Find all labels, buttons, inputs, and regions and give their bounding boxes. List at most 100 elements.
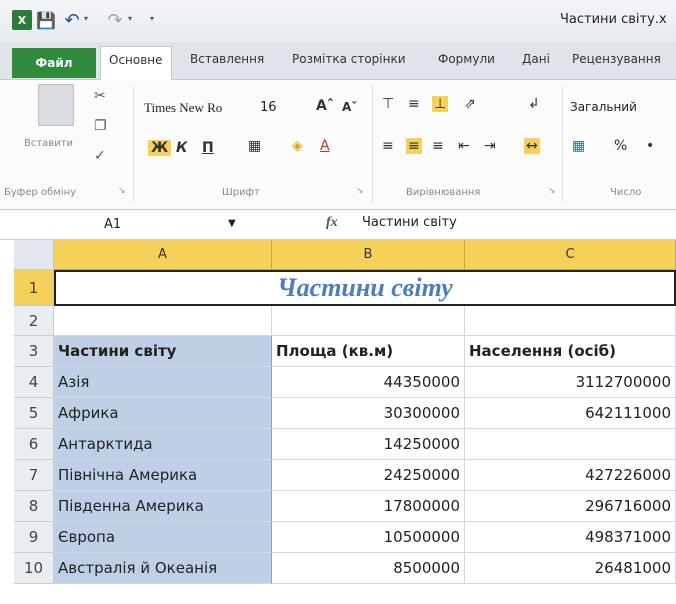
cell-population[interactable]: 498371000 bbox=[465, 522, 676, 553]
cell-population[interactable]: 427226000 bbox=[465, 460, 676, 491]
ribbon: Вставити ✂ ❐ ✓ Буфер обміну ↘ Times New … bbox=[0, 80, 676, 210]
currency-icon[interactable]: ▦ bbox=[572, 138, 585, 154]
clipboard-launcher-icon[interactable]: ↘ bbox=[118, 186, 126, 196]
row-header[interactable]: 3 bbox=[14, 336, 54, 367]
cell-area[interactable]: 24250000 bbox=[272, 460, 465, 491]
cell-c2[interactable] bbox=[465, 306, 676, 336]
bold-button[interactable]: Ж bbox=[148, 140, 172, 156]
cell-population[interactable]: 3112700000 bbox=[465, 367, 676, 398]
row-header[interactable]: 4 bbox=[14, 367, 54, 398]
title-cell-a1[interactable]: Частини світу bbox=[54, 270, 676, 306]
header-cell-parts[interactable]: Частини світу bbox=[54, 336, 272, 367]
orientation-icon[interactable]: ⇗ bbox=[464, 96, 476, 112]
font-launcher-icon[interactable]: ↘ bbox=[356, 186, 364, 196]
merge-center-icon[interactable]: ↔ bbox=[524, 138, 540, 154]
name-box[interactable]: A1 ▼ bbox=[14, 213, 244, 237]
cell-name[interactable]: Африка bbox=[54, 398, 272, 429]
borders-icon[interactable]: ▦ bbox=[248, 138, 261, 154]
grow-font-icon[interactable]: Aˆ bbox=[316, 98, 334, 114]
tab-home[interactable]: Основне bbox=[100, 46, 172, 81]
undo-icon[interactable]: ↶ bbox=[62, 10, 82, 31]
cell-population[interactable]: 642111000 bbox=[465, 398, 676, 429]
tab-page-layout[interactable]: Розмітка сторінки bbox=[292, 52, 406, 66]
column-header-b[interactable]: B bbox=[272, 240, 465, 270]
align-center-icon[interactable]: ≡ bbox=[406, 138, 422, 154]
cell-name[interactable]: Антарктида bbox=[54, 429, 272, 460]
align-top-icon[interactable]: ⊤ bbox=[382, 96, 394, 112]
comma-style-icon[interactable]: • bbox=[646, 138, 654, 154]
tab-data[interactable]: Дані bbox=[522, 52, 550, 66]
cell-area[interactable]: 10500000 bbox=[272, 522, 465, 553]
tab-insert[interactable]: Вставлення bbox=[190, 52, 264, 66]
cell-b2[interactable] bbox=[272, 306, 465, 336]
ribbon-tabs: Файл Основне Вставлення Розмітка сторінк… bbox=[0, 42, 676, 81]
copy-icon[interactable]: ❐ bbox=[94, 118, 107, 134]
tab-formulas[interactable]: Формули bbox=[438, 52, 495, 66]
select-all-corner[interactable] bbox=[14, 240, 54, 270]
font-size-select[interactable]: 16 bbox=[258, 98, 296, 120]
tab-review[interactable]: Рецензування bbox=[572, 52, 661, 66]
tab-file[interactable]: Файл bbox=[12, 48, 96, 78]
italic-button[interactable]: К bbox=[176, 140, 187, 156]
alignment-launcher-icon[interactable]: ↘ bbox=[548, 186, 556, 196]
font-family-select[interactable]: Times New Ro bbox=[140, 98, 258, 120]
undo-dropdown-icon[interactable]: ▾ bbox=[84, 14, 88, 23]
row-header[interactable]: 7 bbox=[14, 460, 54, 491]
underline-button[interactable]: П bbox=[202, 140, 214, 156]
cell-area[interactable]: 8500000 bbox=[272, 553, 465, 584]
paste-button-label[interactable]: Вставити bbox=[24, 138, 73, 149]
cell-population[interactable]: 26481000 bbox=[465, 553, 676, 584]
name-box-dropdown-icon[interactable]: ▼ bbox=[228, 218, 236, 229]
header-cell-population[interactable]: Населення (осіб) bbox=[465, 336, 676, 367]
cell-population[interactable] bbox=[465, 429, 676, 460]
cell-name[interactable]: Північна Америка bbox=[54, 460, 272, 491]
row-header[interactable]: 2 bbox=[14, 306, 54, 336]
paste-icon[interactable] bbox=[38, 84, 74, 126]
insert-function-icon[interactable]: fx bbox=[326, 215, 338, 231]
group-separator bbox=[133, 86, 134, 202]
cell-population[interactable]: 296716000 bbox=[465, 491, 676, 522]
cell-area[interactable]: 14250000 bbox=[272, 429, 465, 460]
align-right-icon[interactable]: ≡ bbox=[432, 138, 444, 154]
row-header[interactable]: 8 bbox=[14, 491, 54, 522]
align-left-icon[interactable]: ≡ bbox=[382, 138, 394, 154]
increase-indent-icon[interactable]: ⇥ bbox=[484, 138, 496, 154]
column-header-c[interactable]: C bbox=[465, 240, 676, 270]
cell-area[interactable]: 44350000 bbox=[272, 367, 465, 398]
customize-toolbar-icon[interactable]: ▾ bbox=[150, 14, 154, 23]
cell-name[interactable]: Австралія й Океанія bbox=[54, 553, 272, 584]
decrease-indent-icon[interactable]: ⇤ bbox=[458, 138, 470, 154]
row-header[interactable]: 5 bbox=[14, 398, 54, 429]
format-painter-icon[interactable]: ✓ bbox=[94, 148, 106, 164]
clipboard-group-label: Буфер обміну bbox=[4, 187, 77, 198]
spreadsheet-grid[interactable]: A B C 1 2 3 4 5 6 7 8 9 10 Частини світу… bbox=[14, 240, 676, 596]
header-cell-area[interactable]: Площа (кв.м) bbox=[272, 336, 465, 367]
redo-dropdown-icon[interactable]: ▾ bbox=[128, 14, 132, 23]
font-color-icon[interactable]: A bbox=[320, 138, 330, 154]
row-header[interactable]: 9 bbox=[14, 522, 54, 553]
percent-button[interactable]: % bbox=[614, 138, 627, 154]
align-middle-icon[interactable]: ≡ bbox=[408, 96, 420, 112]
cell-area[interactable]: 17800000 bbox=[272, 491, 465, 522]
column-header-a[interactable]: A bbox=[54, 240, 272, 270]
shrink-font-icon[interactable]: Aˇ bbox=[342, 100, 357, 114]
cut-icon[interactable]: ✂ bbox=[94, 88, 106, 104]
fill-color-icon[interactable]: ◈ bbox=[292, 138, 303, 154]
cell-name[interactable]: Європа bbox=[54, 522, 272, 553]
group-separator bbox=[562, 86, 563, 202]
cell-area[interactable]: 30300000 bbox=[272, 398, 465, 429]
excel-app-icon[interactable]: X bbox=[12, 10, 32, 30]
align-bottom-icon[interactable]: ⊥ bbox=[432, 96, 449, 112]
formula-input[interactable]: Частини світу bbox=[362, 215, 457, 230]
cell-name[interactable]: Південна Америка bbox=[54, 491, 272, 522]
cell-a2[interactable] bbox=[54, 306, 272, 336]
row-header[interactable]: 6 bbox=[14, 429, 54, 460]
row-header[interactable]: 10 bbox=[14, 553, 54, 584]
number-format-select[interactable]: Загальний bbox=[570, 100, 637, 114]
cell-name[interactable]: Азія bbox=[54, 367, 272, 398]
row-header[interactable]: 1 bbox=[14, 270, 54, 306]
save-icon[interactable]: 💾 bbox=[36, 10, 56, 30]
font-group-label: Шрифт bbox=[222, 187, 260, 198]
wrap-text-icon[interactable]: ↲ bbox=[528, 96, 540, 112]
redo-icon[interactable]: ↷ bbox=[105, 10, 125, 31]
